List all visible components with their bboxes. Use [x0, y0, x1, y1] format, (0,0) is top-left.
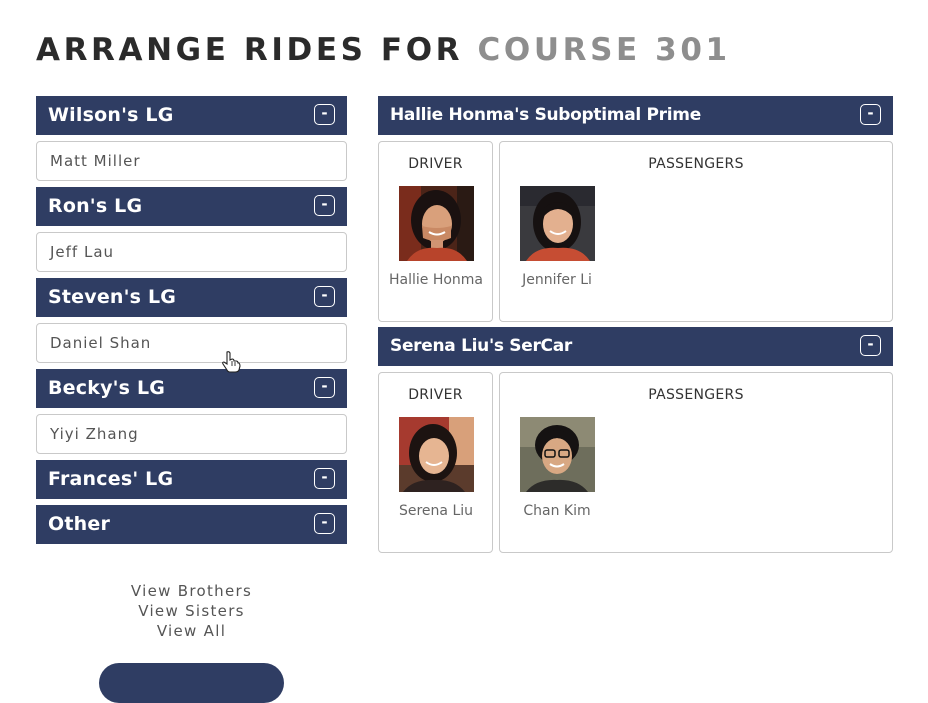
passengers-label: PASSENGERS	[648, 156, 744, 172]
car-card: Hallie Honma's Suboptimal Prime - DRIVER	[378, 96, 893, 322]
group-header[interactable]: Wilson's LG -	[36, 96, 347, 135]
collapse-button[interactable]: -	[314, 104, 335, 125]
driver-label: DRIVER	[408, 387, 463, 403]
view-sisters-link[interactable]: View Sisters	[36, 601, 347, 621]
avatar	[519, 417, 595, 492]
collapse-button[interactable]: -	[314, 286, 335, 307]
passenger-card[interactable]: Jennifer Li	[509, 186, 605, 289]
group-name: Other	[48, 513, 111, 535]
driver-label: DRIVER	[408, 156, 463, 172]
group-name: Steven's LG	[48, 286, 177, 308]
passengers-label: PASSENGERS	[648, 387, 744, 403]
view-brothers-link[interactable]: View Brothers	[36, 581, 347, 601]
group-header[interactable]: Other -	[36, 505, 347, 544]
collapse-button[interactable]: -	[860, 104, 881, 125]
driver-name: Serena Liu	[398, 503, 474, 519]
group-header[interactable]: Ron's LG -	[36, 187, 347, 226]
page-title-main: ARRANGE RIDES FOR	[36, 32, 464, 68]
avatar	[398, 186, 474, 261]
driver-card[interactable]: Hallie Honma	[388, 186, 484, 289]
group-other: Other -	[36, 505, 347, 544]
car-card: Serena Liu's SerCar - DRIVER Serena Liu …	[378, 327, 893, 553]
view-all-link[interactable]: View All	[36, 621, 347, 641]
filter-links: View Brothers View Sisters View All	[36, 581, 347, 641]
car-name: Serena Liu's SerCar	[390, 336, 572, 356]
member-item[interactable]: Matt Miller	[36, 141, 347, 181]
life-groups-panel: Wilson's LG - Matt Miller Ron's LG - Jef…	[36, 96, 347, 550]
collapse-button[interactable]: -	[860, 335, 881, 356]
group-becky: Becky's LG - Yiyi Zhang	[36, 369, 347, 454]
page-title-course: COURSE 301	[477, 32, 731, 68]
page-title: ARRANGE RIDES FOR COURSE 301	[36, 30, 731, 70]
group-steven: Steven's LG - Daniel Shan	[36, 278, 347, 363]
driver-slot[interactable]: DRIVER Hallie Honma	[378, 141, 493, 322]
passenger-name: Chan Kim	[523, 503, 591, 519]
driver-name: Hallie Honma	[388, 272, 484, 288]
member-item[interactable]: Daniel Shan	[36, 323, 347, 363]
group-wilson: Wilson's LG - Matt Miller	[36, 96, 347, 181]
group-header[interactable]: Frances' LG -	[36, 460, 347, 499]
group-header[interactable]: Becky's LG -	[36, 369, 347, 408]
passenger-card[interactable]: Chan Kim	[509, 417, 605, 520]
group-header[interactable]: Steven's LG -	[36, 278, 347, 317]
driver-slot[interactable]: DRIVER Serena Liu	[378, 372, 493, 553]
passenger-name: Jennifer Li	[522, 272, 592, 288]
collapse-button[interactable]: -	[314, 195, 335, 216]
group-name: Becky's LG	[48, 377, 166, 399]
cars-panel: Hallie Honma's Suboptimal Prime - DRIVER	[378, 96, 893, 558]
car-name: Hallie Honma's Suboptimal Prime	[390, 105, 701, 125]
group-frances: Frances' LG -	[36, 460, 347, 499]
group-name: Frances' LG	[48, 468, 174, 490]
collapse-button[interactable]: -	[314, 513, 335, 534]
group-ron: Ron's LG - Jeff Lau	[36, 187, 347, 272]
passengers-slot[interactable]: PASSENGERS Jennifer Li	[499, 141, 893, 322]
avatar	[519, 186, 595, 261]
car-body: DRIVER Hallie Honma PASSENGERS Jennifer …	[378, 141, 893, 322]
car-body: DRIVER Serena Liu PASSENGERS Chan Kim	[378, 372, 893, 553]
passengers-slot[interactable]: PASSENGERS Chan Kim	[499, 372, 893, 553]
car-header[interactable]: Hallie Honma's Suboptimal Prime -	[378, 96, 893, 135]
hand-cursor-icon	[222, 351, 241, 373]
action-button[interactable]	[99, 663, 284, 703]
avatar	[398, 417, 474, 492]
group-name: Wilson's LG	[48, 104, 174, 126]
collapse-button[interactable]: -	[314, 468, 335, 489]
collapse-button[interactable]: -	[314, 377, 335, 398]
car-header[interactable]: Serena Liu's SerCar -	[378, 327, 893, 366]
group-name: Ron's LG	[48, 195, 143, 217]
driver-card[interactable]: Serena Liu	[388, 417, 484, 520]
member-item[interactable]: Yiyi Zhang	[36, 414, 347, 454]
member-item[interactable]: Jeff Lau	[36, 232, 347, 272]
